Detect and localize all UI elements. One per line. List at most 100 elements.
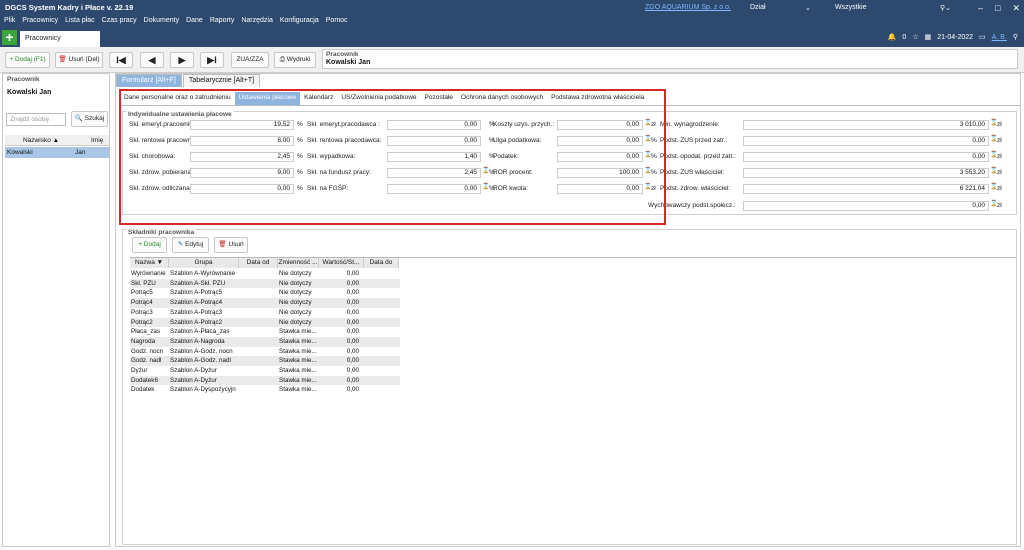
employee-row[interactable]: Kowalski Jan (5, 147, 109, 158)
maximize-button[interactable]: □ (995, 3, 1000, 14)
table-cell: Godz. nadl (131, 357, 162, 365)
table-row[interactable]: Godz. nocn Szablon A-Godz. nocn Stawka mie… (130, 347, 400, 357)
table-cell: 0,00 (346, 347, 359, 355)
table-cell: Stawka mie... (279, 386, 317, 394)
table-cell: Nagroda (131, 337, 156, 345)
col-name[interactable]: Imię (91, 137, 103, 144)
new-tab-button[interactable]: + (2, 30, 17, 45)
table-cell: 0,00 (346, 357, 359, 365)
bell-icon[interactable]: 🔔 (888, 33, 897, 41)
field-input-col4-4[interactable]: 6 221,04 (743, 184, 989, 194)
table-cell: Stawka mie... (279, 367, 317, 374)
table-row[interactable]: Skł. PZU Szablon A-Skł. PZU Nie dotyczy 0,0… (130, 278, 400, 289)
table-cell: 0,00 (346, 299, 359, 307)
field-input-col4-1[interactable]: 0,00 (743, 136, 989, 146)
table-row[interactable]: Dodatek6 Szablon A-Dyżur Stawka mie... 0,00 (130, 375, 400, 386)
print-button[interactable]: ⎙ Wydruki (274, 52, 316, 68)
field-input-col4-5[interactable]: 0,00 (743, 201, 989, 211)
company-link[interactable]: ZGO AQUARIUM Sp. z o.o. (645, 4, 731, 11)
table-cell: Skł. PZU (131, 279, 156, 287)
component-add-button[interactable]: + Dodaj (132, 237, 167, 253)
edit-icon: ✎ (177, 241, 184, 248)
tab-formularz[interactable]: Formularz [Alt+F] (116, 74, 182, 87)
table-cell: Potrąc2 (131, 318, 153, 326)
table-cell: Szablon A-Potrąc4 (170, 299, 223, 307)
table-row[interactable]: Potrąc5 Szablon A-Potrąc5 Nie dotyczy 0,00 (130, 288, 400, 298)
tab-pracownicy[interactable]: Pracownicy (20, 31, 100, 47)
delete-button[interactable]: 🗑 Usuń (Del) (55, 52, 103, 68)
table-cell: Szablon A-Dyżur (170, 376, 217, 384)
tab-tabelarycznie[interactable]: Tabelarycznie [Alt+T] (182, 74, 261, 87)
table-cell: Nie dotyczy (279, 270, 312, 277)
all-select[interactable]: Wszystkie (835, 4, 867, 11)
grid-header-4[interactable]: Wartość/St... (319, 258, 364, 268)
grid-header-1[interactable]: Grupa (169, 258, 239, 268)
table-row[interactable]: Godz. nadl Szablon A-Godz. nadl Stawka mie… (130, 356, 400, 366)
close-button[interactable]: ✕ (1012, 3, 1020, 14)
grid-header-0[interactable]: Nazwa ▼ (130, 258, 169, 268)
chevron-down-icon[interactable]: ⌄ (805, 4, 811, 12)
trash-icon: 🗑 (58, 56, 67, 63)
field-unit-col4-1: zł (997, 137, 1002, 144)
menu-lista-plac[interactable]: Lista płac (65, 17, 95, 24)
table-row[interactable]: Potrąc3 Szablon A-Potrąc3 Nie dotyczy 0,00 (130, 308, 400, 318)
component-delete-button[interactable]: 🗑 Usuń (214, 237, 248, 253)
monitor-icon[interactable]: ▭ (979, 33, 986, 41)
field-input-col4-2[interactable]: 0,00 (743, 152, 989, 162)
printer-icon: ⎙ (279, 56, 285, 63)
menu-czas-pracy[interactable]: Czas pracy (102, 17, 137, 24)
field-input-col4-3[interactable]: 3 553,20 (743, 168, 989, 178)
table-cell: Płaca_zas (131, 328, 161, 336)
table-cell: 0,00 (346, 337, 359, 345)
components-title: Składniki pracownika (126, 229, 197, 236)
user-label[interactable]: A. B. (992, 34, 1007, 41)
menu-dane[interactable]: Dane (186, 17, 203, 24)
menu-dokumenty[interactable]: Dokumenty (144, 17, 179, 24)
table-cell: 0,00 (346, 386, 359, 394)
grid-header-2[interactable]: Data od (239, 258, 278, 268)
first-record-button[interactable]: I◀ (109, 52, 133, 68)
menu-pracownicy[interactable]: Pracownicy (22, 17, 58, 24)
last-record-button[interactable]: ▶I (200, 52, 224, 68)
table-cell: Potrąc3 (131, 308, 153, 316)
menu-raporty[interactable]: Raporty (210, 17, 235, 24)
search-input[interactable]: Znajdź osobę (6, 113, 66, 126)
col-surname[interactable]: Nazwisko ▲ (23, 137, 59, 144)
row-surname: Kowalski (7, 149, 33, 156)
grid-header-3[interactable]: Zmienność ... (278, 258, 319, 268)
search-button[interactable]: 🔍 Szukaj (71, 111, 108, 127)
star-icon[interactable]: ☆ (912, 33, 918, 41)
table-row[interactable]: Potrąc2 Szablon A-Potrąc2 Nie dotyczy 0,00 (130, 317, 400, 328)
next-record-button[interactable]: ▶ (170, 52, 194, 68)
menu-pomoc[interactable]: Pomoc (326, 17, 348, 24)
minimize-button[interactable]: – (978, 3, 983, 14)
user-icon[interactable]: ⚲⌄ (940, 4, 951, 12)
prev-record-button[interactable]: ◀ (140, 52, 164, 68)
component-edit-button[interactable]: ✎ Edytuj (172, 237, 209, 253)
field-input-col4-0[interactable]: 3 010,00 (743, 120, 989, 130)
person-icon[interactable]: ⚲ (1013, 33, 1018, 41)
table-cell: 0,00 (346, 270, 359, 277)
field-label-col4-4: Podst. zdrow. właściciel: (660, 185, 731, 192)
menu-narzedzia[interactable]: Narzędzia (241, 17, 273, 24)
menu-plik[interactable]: Plik (4, 17, 15, 24)
table-row[interactable]: Nagroda Szablon A-Nagroda Stawka mie... 0,0… (130, 336, 400, 347)
table-cell: Dodatek6 (131, 376, 158, 384)
add-button[interactable]: + Dodaj (F1) (5, 52, 50, 68)
component-edit-label: Edytuj (185, 241, 204, 248)
table-cell: Stawka mie... (279, 376, 317, 384)
form-tabs: Formularz [Alt+F] Tabelarycznie [Alt+T] (116, 74, 261, 87)
table-cell: Szablon A-Godz. nocn (170, 347, 233, 355)
dept-select[interactable]: Dział (750, 4, 766, 11)
table-row[interactable]: Dyżur Szablon A-Dyżur Stawka mie... 0,00 (130, 366, 400, 376)
menu-konfiguracja[interactable]: Konfiguracja (280, 17, 319, 24)
grid-header-5[interactable]: Data do (364, 258, 399, 268)
table-row[interactable]: Potrąc4 Szablon A-Potrąc4 Nie dotyczy 0,00 (130, 298, 400, 308)
field-unit-col4-5: zł (997, 202, 1002, 209)
table-cell: Stawka mie... (279, 328, 317, 336)
table-row[interactable]: Dodatek Szablon A-Dyspozycyjn Stawka mie..… (130, 385, 400, 395)
table-row[interactable]: Wyrównanie Szablon A-Wyrównanie Nie dotycz… (130, 269, 400, 279)
zua-zza-button[interactable]: ZUA/ZZA (231, 52, 269, 68)
table-cell: Dyżur (131, 367, 148, 374)
table-row[interactable]: Płaca_zas Szablon A-Płaca_zas Stawka mie..… (130, 327, 400, 337)
